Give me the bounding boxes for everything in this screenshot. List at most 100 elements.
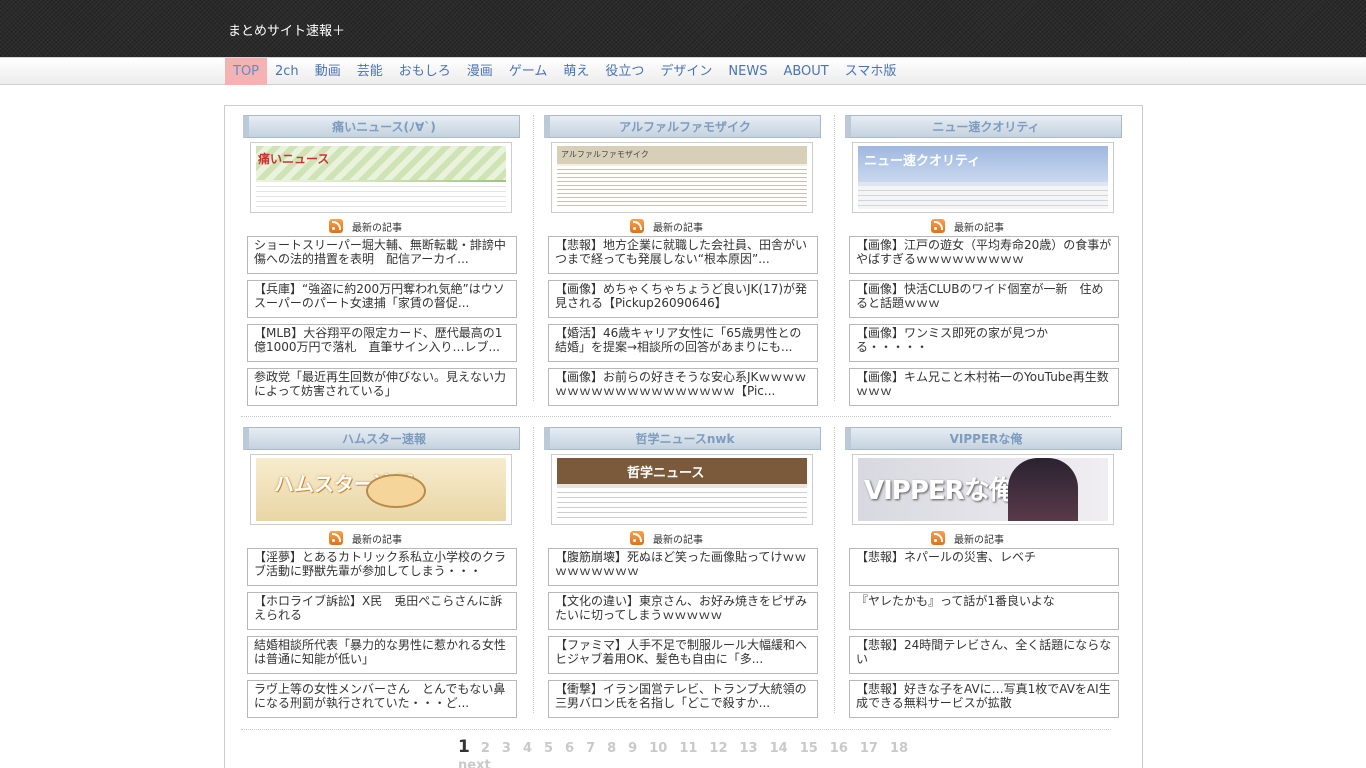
thumbnail-rows: [557, 488, 807, 521]
blog-block: ハムスター速報 ハムスター速報 最新の記事 【淫夢】とあるカトリック系私立小学校のクラ…: [243, 427, 521, 718]
thumbnail-header: ニュー速クオリティ: [858, 146, 1108, 182]
blog-title[interactable]: 痛いニュース(ﾉ∀`): [243, 115, 520, 138]
article-link[interactable]: 【ファミマ】人手不足で制服ルール大幅緩和へ ヒジャブ着用OK、髪色も自由に「多.…: [548, 636, 818, 674]
thumbnail-rows: [256, 182, 506, 209]
nav-item-2[interactable]: 動画: [307, 58, 349, 85]
thumbnail-header: 哲学ニュース: [557, 458, 807, 484]
page-link[interactable]: 18: [890, 741, 908, 756]
page-link[interactable]: 17: [860, 741, 878, 756]
article-link[interactable]: 【衝撃】イラン国営テレビ、トランプ大統領の三男バロン氏を名指し「どこで殺すか..…: [548, 680, 818, 718]
blog-title[interactable]: VIPPERな俺: [845, 427, 1122, 450]
article-link[interactable]: 【画像】ワンミス即死の家が見つかる・・・・・: [849, 324, 1119, 362]
article-link[interactable]: 【悲報】好きな子をAVに…写真1枚でAVをAI生成できる無料サービスが拡散: [849, 680, 1119, 718]
blog-thumbnail[interactable]: VIPPERな俺: [852, 454, 1114, 525]
blog-thumbnail-image: VIPPERな俺: [858, 458, 1108, 521]
row-divider: [241, 416, 1111, 417]
next-page-link[interactable]: next: [458, 758, 491, 768]
article-link[interactable]: 【悲報】ネパールの災害、レベチ: [849, 548, 1119, 586]
rss-link[interactable]: 最新の記事: [931, 530, 1004, 546]
nav-item-12[interactable]: スマホ版: [837, 58, 905, 85]
page-link[interactable]: 10: [649, 741, 667, 756]
rss-link[interactable]: 最新の記事: [931, 218, 1004, 234]
nav-item-11[interactable]: ABOUT: [775, 58, 836, 85]
article-link[interactable]: 【婚活】46歳キャリア女性に「65歳男性との結婚」を提案→相談所の回答があまりに…: [548, 324, 818, 362]
rss-link[interactable]: 最新の記事: [329, 530, 402, 546]
blog-thumbnail[interactable]: 哲学ニュース: [551, 454, 813, 525]
page-link[interactable]: 2: [481, 741, 490, 756]
blog-title[interactable]: ニュー速クオリティ: [845, 115, 1122, 138]
nav-item-1[interactable]: 2ch: [267, 58, 307, 85]
blog-thumbnail[interactable]: ニュー速クオリティ: [852, 142, 1114, 213]
article-link[interactable]: 【悲報】地方企業に就職した会社員、田舎がいつまで経っても発展しない“根本原因”.…: [548, 236, 818, 274]
blog-thumbnail[interactable]: アルファルファモザイク: [551, 142, 813, 213]
article-link[interactable]: ショートスリーパー堀大輔、無断転載・誹謗中傷への法的措置を表明 配信アーカイ..…: [247, 236, 517, 274]
article-link[interactable]: 【悲報】24時間テレビさん、全く話題にならない: [849, 636, 1119, 674]
page-current: 1: [458, 737, 470, 757]
rss-icon: [931, 531, 945, 545]
blog-thumbnail[interactable]: ハムスター速報: [250, 454, 512, 525]
page-link[interactable]: 14: [770, 741, 788, 756]
article-list: 【画像】江戸の遊女（平均寿命20歳）の食事がやばすぎるｗｗｗｗｗｗｗｗｗ 【画像】…: [849, 236, 1119, 412]
article-link[interactable]: 【文化の違い】東京さん、お好み焼きをピザみたいに切ってしまうｗｗｗｗｗ: [548, 592, 818, 630]
article-link[interactable]: 【淫夢】とあるカトリック系私立小学校のクラブ活動に野獣先輩が参加してしまう・・・: [247, 548, 517, 586]
article-link[interactable]: 【画像】お前らの好きそうな安心系JKｗｗｗｗｗｗｗｗｗｗｗｗｗｗｗｗｗｗｗ【Pi…: [548, 368, 818, 406]
blog-title[interactable]: アルファルファモザイク: [544, 115, 821, 138]
column-divider: [834, 427, 835, 713]
article-link[interactable]: 【画像】快活CLUBのワイド個室が一新 住めると話題ｗｗｗ: [849, 280, 1119, 318]
page-link[interactable]: 9: [628, 741, 637, 756]
rss-icon: [329, 531, 343, 545]
page-link[interactable]: 16: [830, 741, 848, 756]
site-header: まとめサイト速報＋: [0, 0, 1366, 57]
article-link[interactable]: 『ヤレたかも』って話が1番良いよな: [849, 592, 1119, 630]
article-link[interactable]: 【画像】キム兄こと木村祐一のYouTube再生数ｗｗｗ: [849, 368, 1119, 406]
nav-item-4[interactable]: おもしろ: [391, 58, 459, 85]
rss-link[interactable]: 最新の記事: [329, 218, 402, 234]
nav-item-9[interactable]: デザイン: [652, 58, 720, 85]
article-link[interactable]: 【兵庫】“強盗に約200万円奪われ気絶”はウソ スーパーのパート女逮捕「家賃の督…: [247, 280, 517, 318]
blog-title[interactable]: 哲学ニュースnwk: [544, 427, 821, 450]
page-link[interactable]: 8: [607, 741, 616, 756]
thumbnail-logo-text: 痛いニュース: [258, 152, 330, 166]
article-link[interactable]: 【画像】めちゃくちゃちょうど良いJK(17)が発見される【Pickup26090…: [548, 280, 818, 318]
blog-title[interactable]: ハムスター速報: [243, 427, 520, 450]
page-link[interactable]: 7: [586, 741, 595, 756]
page-link[interactable]: 3: [502, 741, 511, 756]
thumbnail-rows: [858, 186, 1108, 209]
blog-thumbnail-image: アルファルファモザイク: [557, 146, 807, 209]
thumbnail-logo-text: アルファルファモザイク: [561, 150, 649, 159]
page-link[interactable]: 15: [800, 741, 818, 756]
blog-thumbnail[interactable]: 痛いニュース: [250, 142, 512, 213]
rss-link[interactable]: 最新の記事: [630, 218, 703, 234]
article-link[interactable]: 【MLB】大谷翔平の限定カード、歴代最高の1億1000万円で落札 直筆サイン入り…: [247, 324, 517, 362]
nav-item-8[interactable]: 役立つ: [597, 58, 652, 85]
page-link[interactable]: 12: [709, 741, 727, 756]
nav-items: TOP 2ch 動画 芸能 おもしろ 漫画 ゲーム 萌え 役立つ デザイン NEWS ABOUT スマホ…: [225, 58, 904, 85]
nav-item-10[interactable]: NEWS: [720, 58, 775, 85]
site-title[interactable]: まとめサイト速報＋: [228, 20, 345, 39]
row-divider: [241, 729, 1111, 730]
blog-block: VIPPERな俺 VIPPERな俺最新の記事【悲報】ネパールの災害、レベチ 『ヤレた…: [845, 427, 1123, 718]
nav-item-6[interactable]: ゲーム: [501, 58, 556, 85]
nav-item-7[interactable]: 萌え: [555, 58, 597, 85]
article-link[interactable]: ラヴ上等の女性メンバーさん とんでもない鼻になる刑罰が執行されていた・・・ど..…: [247, 680, 517, 718]
blog-block: 哲学ニュースnwk 哲学ニュース最新の記事【腹筋崩壊】死ぬほど笑った画像貼ってけｗ…: [544, 427, 822, 718]
article-link[interactable]: 【腹筋崩壊】死ぬほど笑った画像貼ってけｗｗｗｗｗｗｗｗｗ: [548, 548, 818, 586]
rss-label: 最新の記事: [653, 222, 703, 234]
page-link[interactable]: 11: [679, 741, 697, 756]
blog-thumbnail-image: ハムスター速報: [256, 458, 506, 521]
page-link[interactable]: 4: [523, 741, 532, 756]
article-link[interactable]: 【画像】江戸の遊女（平均寿命20歳）の食事がやばすぎるｗｗｗｗｗｗｗｗｗ: [849, 236, 1119, 274]
blog-block: アルファルファモザイク アルファルファモザイク 最新の記事 【悲報】地方企業に就職した…: [544, 115, 822, 406]
article-link[interactable]: 参政党「最近再生回数が伸びない。見えない力によって妨害されている」: [247, 368, 517, 406]
rss-link[interactable]: 最新の記事: [630, 530, 703, 546]
nav-item-3[interactable]: 芸能: [349, 58, 391, 85]
page-link[interactable]: 5: [544, 741, 553, 756]
page-link[interactable]: 6: [565, 741, 574, 756]
nav-item-5[interactable]: 漫画: [459, 58, 501, 85]
article-link[interactable]: 【ホロライブ訴訟】X民 兎田ぺこらさんに訴えられる: [247, 592, 517, 630]
nav-item-0[interactable]: TOP: [225, 58, 268, 85]
main-nav: TOP 2ch 動画 芸能 おもしろ 漫画 ゲーム 萌え 役立つ デザイン NEWS ABOUT スマホ…: [0, 57, 1366, 85]
rss-label: 最新の記事: [653, 534, 703, 546]
article-link[interactable]: 結婚相談所代表「暴力的な男性に惹かれる女性は普通に知能が低い」: [247, 636, 517, 674]
page-link[interactable]: 13: [740, 741, 758, 756]
